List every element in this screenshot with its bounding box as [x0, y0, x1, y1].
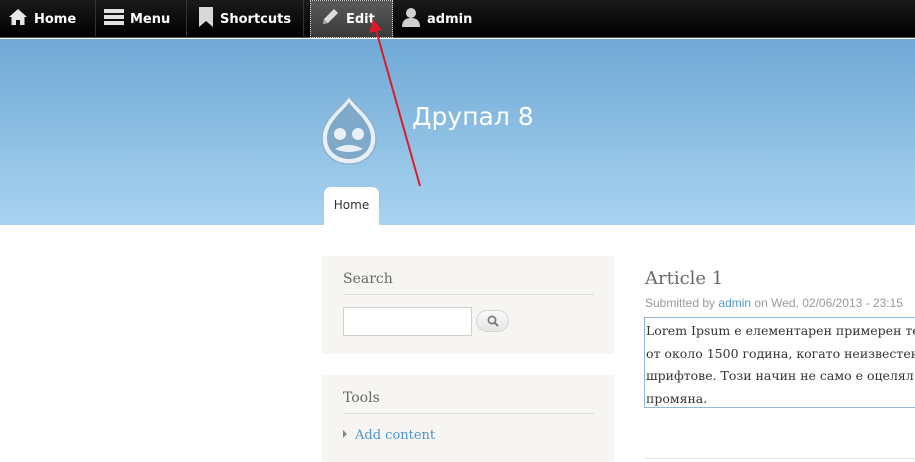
tools-block: Tools Add content — [322, 375, 614, 462]
toolbar-home[interactable]: Home — [8, 0, 76, 38]
search-input[interactable] — [343, 307, 472, 336]
hamburger-menu-icon — [104, 7, 124, 31]
toolbar-edit[interactable]: Edit — [310, 0, 393, 38]
search-icon — [487, 312, 499, 331]
toolbar-menu[interactable]: Menu — [104, 0, 170, 38]
article-divider — [645, 458, 915, 459]
article-body-line: промяна. — [646, 390, 708, 406]
toolbar-home-label: Home — [34, 11, 77, 27]
site-name[interactable]: Друпал 8 — [412, 102, 534, 131]
article-body-line: Lorem Ipsum е елементарен примерен текст — [646, 323, 915, 338]
main-nav-home-tab[interactable]: Home — [324, 187, 379, 225]
article-submitted: Submitted by admin on Wed, 02/06/2013 - … — [645, 296, 903, 310]
site-header: Друпал 8 Home — [0, 39, 915, 225]
add-content-label: Add content — [355, 428, 436, 443]
drupal-logo[interactable] — [318, 94, 380, 170]
toolbar-shortcuts[interactable]: Shortcuts — [198, 0, 291, 38]
add-content-link[interactable]: Add content — [343, 428, 435, 443]
search-button[interactable] — [476, 310, 509, 332]
toolbar-divider — [303, 0, 304, 38]
article-body[interactable]: Lorem Ipsum е елементарен примерен текст… — [644, 317, 915, 408]
home-icon — [8, 8, 28, 30]
author-link[interactable]: admin — [718, 296, 751, 310]
search-block-title: Search — [343, 271, 594, 295]
toolbar-user-label: admin — [427, 11, 473, 27]
toolbar-menu-label: Menu — [130, 11, 171, 27]
article-body-line: от около 1500 година, когато неизвестен — [646, 345, 915, 361]
toolbar-divider — [186, 0, 187, 38]
admin-toolbar: Home Menu Shortcuts Edit admin — [0, 0, 915, 38]
tools-block-title: Tools — [343, 390, 594, 414]
article-title[interactable]: Article 1 — [645, 268, 723, 289]
pencil-icon — [320, 7, 340, 31]
bookmark-icon — [198, 6, 214, 32]
toolbar-user[interactable]: admin — [401, 0, 472, 38]
submitted-date: on Wed, 02/06/2013 - 23:15 — [754, 296, 903, 310]
bullet-arrow-icon — [343, 430, 347, 438]
submitted-prefix: Submitted by — [645, 296, 716, 310]
toolbar-edit-label: Edit — [346, 11, 375, 27]
user-icon — [401, 7, 421, 31]
search-block: Search — [322, 256, 614, 354]
article-body-line: шрифтове. Този начин не само е оцелял — [646, 368, 914, 383]
toolbar-shortcuts-label: Shortcuts — [220, 11, 292, 27]
toolbar-divider — [95, 0, 96, 38]
